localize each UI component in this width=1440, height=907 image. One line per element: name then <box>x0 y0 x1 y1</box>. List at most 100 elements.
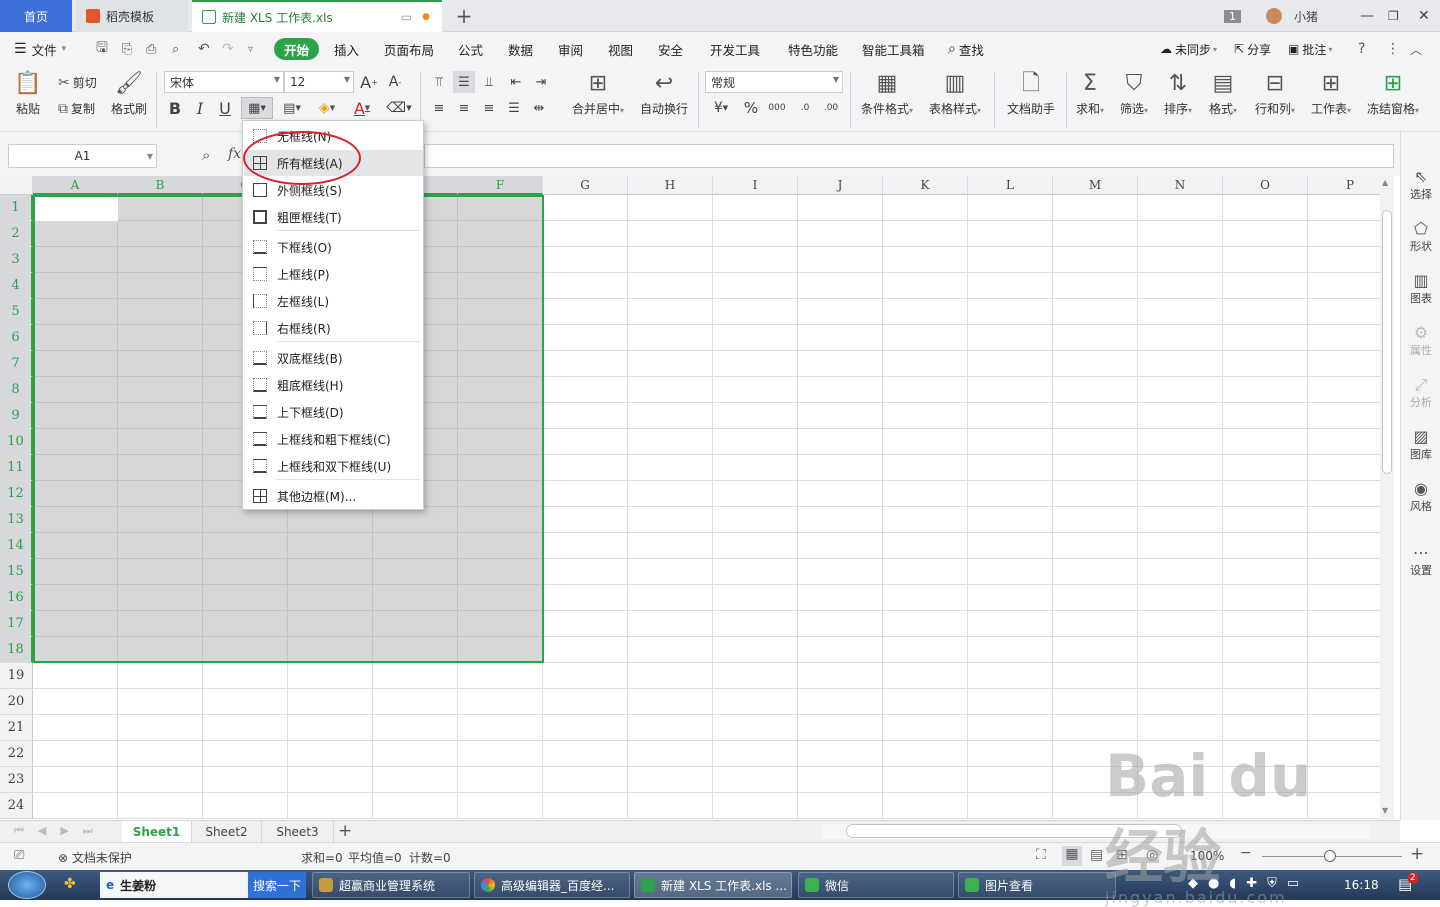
column-header-L[interactable]: L <box>968 176 1053 195</box>
cut-button[interactable]: ✂ 剪切 <box>58 74 97 91</box>
side-gallery-button[interactable]: ▨ 图库 <box>1401 428 1440 462</box>
borders-dropdown-button[interactable]: ▦ ▼ <box>241 97 273 119</box>
thousands-icon[interactable]: 000 <box>766 97 788 119</box>
taskbar-item[interactable]: 高级编辑器_百度经... <box>474 872 630 898</box>
side-style-button[interactable]: ◉ 风格 <box>1401 480 1440 514</box>
merge-center-button[interactable]: ⊞ 合并居中▾ <box>566 72 630 117</box>
font-size-select[interactable]: 12 ▼ <box>284 71 354 93</box>
sum-button[interactable]: Σ 求和▾ <box>1070 72 1110 117</box>
column-header-G[interactable]: G <box>543 176 628 195</box>
justify-icon[interactable]: ☰ <box>503 97 525 119</box>
search-command[interactable]: ⌕ 查找 <box>948 38 984 60</box>
scroll-down-icon[interactable]: ▼ <box>1382 806 1388 815</box>
distributed-icon[interactable]: ⇹ <box>528 97 550 119</box>
select-all-corner[interactable] <box>0 176 33 195</box>
column-header-H[interactable]: H <box>628 176 713 195</box>
sort-button[interactable]: ⇅ 排序▾ <box>1158 72 1198 117</box>
scroll-up-icon[interactable]: ▲ <box>1382 178 1388 187</box>
file-menu[interactable]: ☰ 文件 ▾ <box>14 38 66 60</box>
border-option-7[interactable]: 右框线(R) <box>244 315 423 341</box>
paste-button[interactable]: 📋 粘贴 <box>8 72 48 117</box>
page-break-view-icon[interactable]: ▤ <box>1090 847 1103 863</box>
customize-toolbar-icon[interactable]: ▿ <box>248 38 253 60</box>
row-header-20[interactable]: 20 <box>0 689 33 715</box>
sheet-tab-2[interactable]: Sheet2 <box>192 821 262 843</box>
menu-security[interactable]: 安全 <box>658 38 683 60</box>
format-painter-button[interactable]: 🖌 格式刷 <box>108 72 150 117</box>
row-header-9[interactable]: 9 <box>0 403 33 429</box>
row-header-15[interactable]: 15 <box>0 559 33 585</box>
side-select-button[interactable]: ⇖ 选择 <box>1401 168 1440 202</box>
align-middle-icon[interactable]: ☰ <box>453 71 475 93</box>
column-header-N[interactable]: N <box>1138 176 1223 195</box>
border-option-11[interactable]: 上框线和粗下框线(C) <box>244 426 423 452</box>
border-option-5[interactable]: 上框线(P) <box>244 261 423 287</box>
increase-indent-icon[interactable]: ⇥ <box>530 71 552 93</box>
row-header-13[interactable]: 13 <box>0 507 33 533</box>
minimize-icon[interactable]: — <box>1360 0 1374 32</box>
column-header-O[interactable]: O <box>1223 176 1308 195</box>
taskbar-item[interactable]: 图片查看 <box>958 872 1116 898</box>
row-header-24[interactable]: 24 <box>0 793 33 819</box>
new-tab-button[interactable]: + <box>452 0 476 32</box>
wrap-text-button[interactable]: ↩ 自动换行 <box>636 72 692 117</box>
row-col-button[interactable]: ⊟ 行和列▾ <box>1250 72 1300 117</box>
align-top-icon[interactable]: ⫪ <box>428 71 450 93</box>
user-account[interactable]: 小猪 <box>1266 0 1318 32</box>
format-button[interactable]: ▤ 格式▾ <box>1202 72 1244 117</box>
align-left-icon[interactable]: ≡ <box>428 97 450 119</box>
undo-icon[interactable]: ↶ <box>198 38 210 60</box>
close-icon[interactable]: ✕ <box>1418 0 1430 32</box>
comment-button[interactable]: ▣ 批注 ▾ <box>1288 38 1332 60</box>
currency-icon[interactable]: ¥ ▼ <box>706 97 736 119</box>
spreadsheet-grid[interactable]: ABCDEFGHIJKLMNOP 12345678910111213141516… <box>0 176 1380 820</box>
row-header-23[interactable]: 23 <box>0 767 33 793</box>
column-header-M[interactable]: M <box>1053 176 1138 195</box>
column-header-B[interactable]: B <box>118 176 203 195</box>
font-name-select[interactable]: 宋体 ▼ <box>164 71 284 93</box>
sheet-tab-1[interactable]: Sheet1 <box>122 821 192 843</box>
quick-search-box[interactable]: e 生姜粉 <box>100 872 248 898</box>
tab-templates[interactable]: 稻壳模板 <box>76 0 188 32</box>
align-center-icon[interactable]: ≡ <box>453 97 475 119</box>
row-header-18[interactable]: 18 <box>0 637 33 663</box>
protect-status[interactable]: ⊗ 文档未保护 <box>58 849 132 866</box>
tab-file[interactable]: 新建 XLS 工作表.xls ▭ ● <box>192 0 442 32</box>
menu-special[interactable]: 特色功能 <box>788 38 838 60</box>
percent-icon[interactable]: % <box>740 97 762 119</box>
side-settings-button[interactable]: ⋯ 设置 <box>1401 544 1440 578</box>
menu-smart-toolbox[interactable]: 智能工具箱 <box>862 38 925 60</box>
taskbar-item[interactable]: 超赢商业管理系统 <box>312 872 470 898</box>
bold-icon[interactable]: B <box>164 97 186 119</box>
menu-developer[interactable]: 开发工具 <box>710 38 760 60</box>
increase-decimal-icon[interactable]: .0 <box>794 97 816 119</box>
menu-insert[interactable]: 插入 <box>334 38 359 60</box>
menu-page-layout[interactable]: 页面布局 <box>384 38 434 60</box>
row-header-10[interactable]: 10 <box>0 429 33 455</box>
border-option-6[interactable]: 左框线(L) <box>244 288 423 314</box>
window-count-badge[interactable]: 1 <box>1224 0 1241 32</box>
italic-icon[interactable]: I <box>189 97 211 119</box>
row-header-11[interactable]: 11 <box>0 455 33 481</box>
help-icon[interactable]: ? <box>1358 38 1365 60</box>
active-cell[interactable] <box>35 197 118 221</box>
tab-home[interactable]: 首页 <box>0 0 72 32</box>
search-go-button[interactable]: 搜索一下 <box>248 872 306 898</box>
freeze-panes-button[interactable]: ⊞ 冻结窗格▾ <box>1362 72 1424 117</box>
print-preview-icon[interactable]: ⌕ <box>172 38 179 60</box>
filter-button[interactable]: ⛉ 筛选▾ <box>1114 72 1154 117</box>
side-properties-button[interactable]: ⚙ 属性 <box>1401 324 1440 358</box>
row-header-12[interactable]: 12 <box>0 481 33 507</box>
border-option-8[interactable]: 双底框线(B) <box>244 345 423 371</box>
align-right-icon[interactable]: ≡ <box>478 97 500 119</box>
menu-data[interactable]: 数据 <box>508 38 533 60</box>
row-header-19[interactable]: 19 <box>0 663 33 689</box>
number-format-select[interactable]: 常规 ▼ <box>705 71 843 93</box>
start-button[interactable] <box>8 871 46 899</box>
row-header-16[interactable]: 16 <box>0 585 33 611</box>
table-style-button[interactable]: ▥ 表格样式▾ <box>924 72 986 117</box>
side-analysis-button[interactable]: ⤢ 分析 <box>1401 376 1440 410</box>
column-header-J[interactable]: J <box>798 176 883 195</box>
zoom-in-icon[interactable]: + <box>1410 844 1424 864</box>
border-option-4[interactable]: 下框线(O) <box>244 234 423 260</box>
